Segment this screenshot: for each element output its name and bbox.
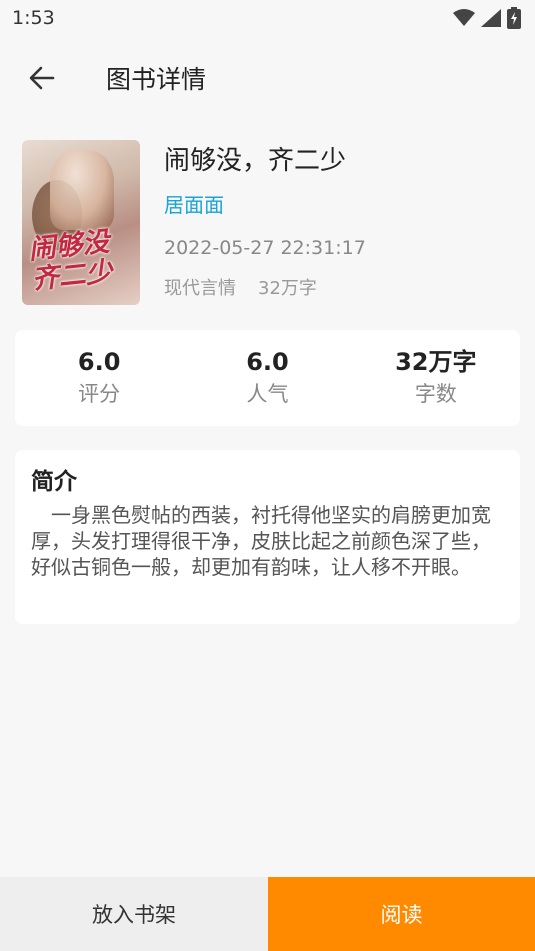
- back-button[interactable]: [12, 48, 72, 108]
- book-info: 闹够没，齐二少 居面面 2022-05-27 22:31:17 现代言情 32万…: [164, 140, 504, 303]
- wifi-icon: [453, 9, 475, 26]
- intro-card: 简介 一身黑色熨帖的西装，衬托得他坚实的肩膀更加宽厚，头发打理得很干净，皮肤比起…: [15, 450, 520, 624]
- stat-value: 6.0: [246, 348, 289, 376]
- stat-label: 人气: [246, 382, 289, 406]
- intro-heading: 简介: [31, 469, 77, 495]
- cell-signal-icon: [481, 9, 501, 27]
- book-author-link[interactable]: 居面面: [164, 191, 504, 219]
- page-title: 图书详情: [106, 65, 207, 94]
- stats-card: 6.0 评分 6.0 人气 32万字 字数: [15, 330, 520, 426]
- app-bar: 图书详情: [0, 44, 535, 112]
- book-update-time: 2022-05-27 22:31:17: [164, 237, 366, 259]
- stat-label: 字数: [414, 382, 457, 406]
- book-cover[interactable]: 闹够没 齐二少: [22, 140, 140, 305]
- book-word-count: 32万字: [258, 278, 317, 299]
- stat-value: 6.0: [77, 348, 121, 376]
- book-meta: 现代言情 32万字: [164, 275, 504, 303]
- book-header: 闹够没 齐二少 闹够没，齐二少 居面面 2022-05-27 22:31:17 …: [22, 140, 522, 310]
- book-category: 现代言情: [164, 278, 236, 299]
- status-time: 1:53: [12, 7, 55, 29]
- book-title: 闹够没，齐二少: [164, 146, 347, 176]
- status-bar: 1:53: [0, 0, 535, 36]
- stat-word-count: 32万字 字数: [356, 346, 516, 410]
- cover-title-text: 闹够没 齐二少: [27, 226, 114, 296]
- stat-value: 32万字: [395, 348, 477, 376]
- bottom-action-bar: 放入书架 阅读: [0, 877, 535, 951]
- arrow-left-icon: [29, 66, 55, 90]
- stat-rating: 6.0 评分: [19, 346, 179, 410]
- intro-text: 一身黑色熨帖的西装，衬托得他坚实的肩膀更加宽厚，头发打理得很干净，皮肤比起之前颜…: [31, 503, 491, 579]
- stat-popularity: 6.0 人气: [187, 346, 347, 410]
- status-icons: [453, 7, 521, 29]
- read-button[interactable]: 阅读: [268, 877, 535, 951]
- battery-charging-icon: [507, 7, 521, 29]
- add-to-shelf-button[interactable]: 放入书架: [0, 877, 268, 951]
- stat-label: 评分: [78, 382, 121, 406]
- cover-art-figure: [50, 150, 114, 230]
